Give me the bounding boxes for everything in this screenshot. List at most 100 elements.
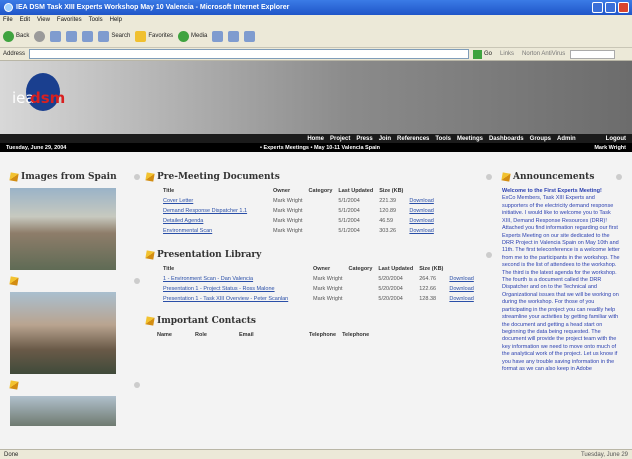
- nav-home[interactable]: Home: [307, 136, 324, 142]
- back-arrow-icon: [3, 30, 14, 42]
- presentation-size: 264.76: [419, 276, 437, 282]
- download-link[interactable]: Download: [406, 226, 436, 236]
- table-header-row: Title Owner Category Last Updated Size (…: [160, 186, 437, 196]
- nav-dashboards[interactable]: Dashboards: [489, 136, 524, 142]
- pencil-icon[interactable]: [145, 250, 155, 260]
- collapse-icon[interactable]: [134, 174, 140, 180]
- menu-tools[interactable]: Tools: [89, 17, 103, 23]
- menu-file[interactable]: File: [3, 17, 13, 23]
- download-link[interactable]: Download: [406, 196, 436, 206]
- announcements-title: Announcements: [513, 172, 595, 182]
- address-input[interactable]: [29, 49, 470, 59]
- announcements-header: Announcements: [501, 172, 622, 182]
- close-icon[interactable]: [618, 2, 629, 13]
- spain-photo-3: [10, 396, 116, 426]
- spain-photo-2: [10, 292, 116, 374]
- refresh-button[interactable]: [66, 30, 78, 42]
- table-row: Demand Response Dispatcher 1.1 Mark Wrig…: [160, 206, 437, 216]
- home-button[interactable]: [82, 30, 94, 42]
- back-button[interactable]: Back: [3, 30, 29, 42]
- presentation-category: [346, 294, 376, 304]
- current-date: Tuesday, June 29, 2004: [6, 144, 67, 151]
- photo-divider: [9, 276, 140, 286]
- document-updated: 5/1/2004: [338, 228, 360, 234]
- presentation-title-link[interactable]: Presentation 1 - Task XIII Overview - Pe…: [160, 294, 310, 304]
- toolbar-search-box[interactable]: [570, 49, 616, 59]
- download-link[interactable]: Download: [446, 274, 476, 284]
- print-button[interactable]: [244, 30, 256, 42]
- nav-tools[interactable]: Tools: [435, 136, 451, 142]
- logout-link[interactable]: Logout: [606, 136, 626, 142]
- column-header: Title: [163, 266, 175, 272]
- presentation-category: [346, 274, 376, 284]
- norton-antivirus-button[interactable]: Norton AntiVirus: [522, 51, 565, 57]
- search-button[interactable]: Search: [98, 30, 130, 42]
- library-section: Presentation Library Title Owner Categor…: [145, 250, 492, 304]
- pencil-icon[interactable]: [9, 380, 19, 390]
- document-owner: Mark Wright: [273, 218, 303, 224]
- collapse-icon[interactable]: [616, 174, 622, 180]
- presentation-category: [346, 284, 376, 294]
- forward-button[interactable]: [34, 30, 46, 42]
- collapse-icon[interactable]: [486, 252, 492, 258]
- pencil-icon[interactable]: [9, 276, 19, 286]
- favorites-button[interactable]: Favorites: [135, 30, 173, 42]
- breadcrumb[interactable]: • Experts Meetings • May 10-11 Valencia …: [260, 145, 380, 151]
- print-icon: [244, 30, 256, 42]
- go-arrow-icon: [473, 49, 483, 59]
- pencil-icon[interactable]: [145, 172, 155, 182]
- stop-button[interactable]: [50, 30, 62, 42]
- document-size: 221.39: [379, 198, 397, 204]
- document-title-link[interactable]: Cover Letter: [160, 196, 270, 206]
- pencil-icon[interactable]: [501, 172, 511, 182]
- media-button[interactable]: Media: [178, 30, 207, 42]
- column-header: Category: [348, 266, 373, 272]
- presentation-title-link[interactable]: Presentation 1 - Project Status - Ross M…: [160, 284, 310, 294]
- download-link[interactable]: Download: [446, 284, 476, 294]
- minimize-icon[interactable]: [592, 2, 603, 13]
- menu-help[interactable]: Help: [110, 17, 122, 23]
- column-header: Size (KB): [419, 266, 444, 272]
- collapse-icon[interactable]: [134, 382, 140, 388]
- nav-join[interactable]: Join: [379, 136, 391, 142]
- images-panel: Images from Spain: [9, 172, 140, 426]
- nav-press[interactable]: Press: [356, 136, 372, 142]
- collapse-icon[interactable]: [134, 278, 140, 284]
- document-title-link[interactable]: Detailed Agenda: [160, 216, 270, 226]
- download-link[interactable]: Download: [406, 206, 436, 216]
- document-size: 120.89: [379, 208, 397, 214]
- links-button[interactable]: Links: [500, 51, 514, 57]
- nav-references[interactable]: References: [397, 136, 429, 142]
- menu-view[interactable]: View: [37, 17, 50, 23]
- download-link[interactable]: Download: [406, 216, 436, 226]
- history-button[interactable]: [212, 30, 224, 42]
- maximize-icon[interactable]: [605, 2, 616, 13]
- user-name[interactable]: Mark Wright: [594, 145, 626, 151]
- premeeting-table: Title Owner Category Last Updated Size (…: [160, 186, 437, 236]
- document-title-link[interactable]: Environmental Scan: [160, 226, 270, 236]
- pencil-icon[interactable]: [9, 172, 19, 182]
- document-updated: 5/1/2004: [338, 198, 360, 204]
- table-header-row: Name Role Email Telephone Telephone: [154, 330, 372, 340]
- collapse-icon[interactable]: [486, 174, 492, 180]
- announcement-heading[interactable]: Welcome to the First Experts Meeting!: [502, 188, 622, 195]
- document-title-link[interactable]: Demand Response Dispatcher 1.1: [160, 206, 270, 216]
- download-link[interactable]: Download: [446, 294, 476, 304]
- column-header: Name: [157, 332, 172, 338]
- iea-dsm-logo[interactable]: iea dsm: [12, 73, 68, 115]
- presentation-owner: Mark Wright: [313, 286, 343, 292]
- menu-favorites[interactable]: Favorites: [57, 17, 82, 23]
- nav-project[interactable]: Project: [330, 136, 350, 142]
- document-owner: Mark Wright: [273, 228, 303, 234]
- document-updated: 5/1/2004: [338, 218, 360, 224]
- nav-meetings[interactable]: Meetings: [457, 136, 483, 142]
- nav-admin[interactable]: Admin: [557, 136, 576, 142]
- pencil-icon[interactable]: [145, 316, 155, 326]
- mail-button[interactable]: [228, 30, 240, 42]
- go-button[interactable]: Go: [473, 49, 492, 59]
- nav-groups[interactable]: Groups: [530, 136, 551, 142]
- menu-edit[interactable]: Edit: [20, 17, 30, 23]
- document-owner: Mark Wright: [273, 208, 303, 214]
- presentation-title-link[interactable]: 1 - Environment Scan - Dan Valencia: [160, 274, 310, 284]
- column-header: Last Updated: [378, 266, 414, 272]
